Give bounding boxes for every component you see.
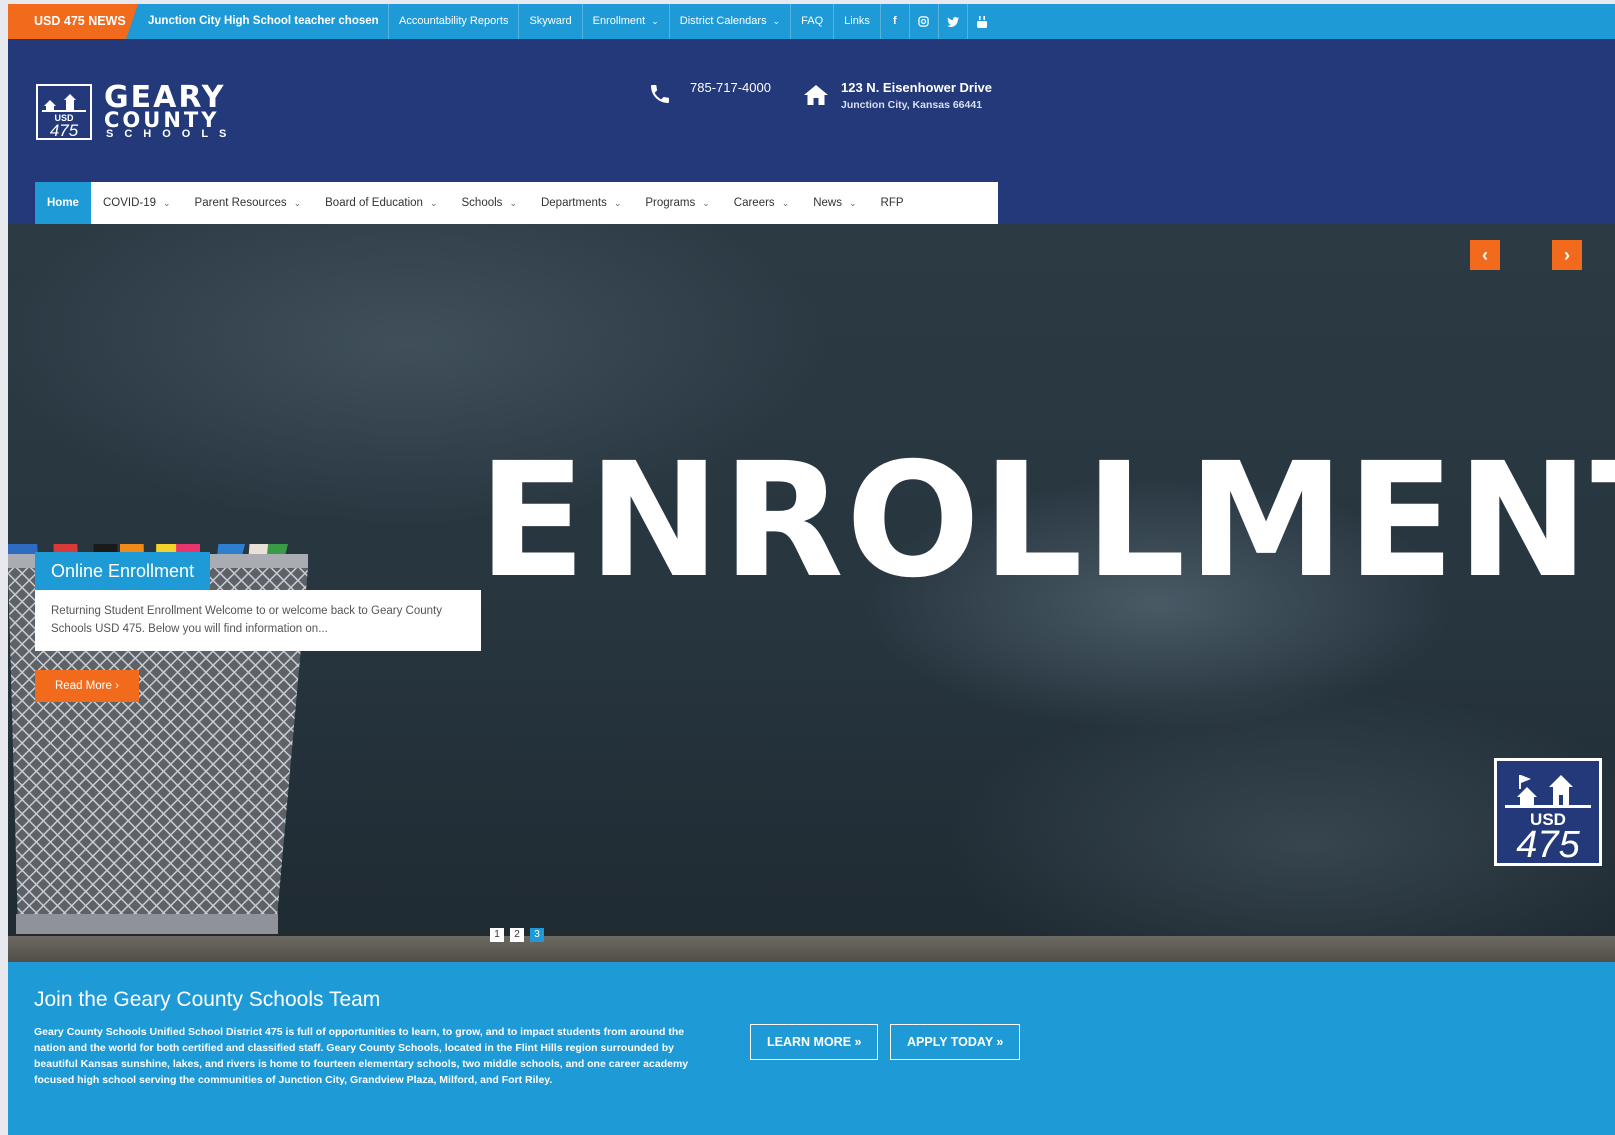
corner-logo-number: 475	[1516, 824, 1580, 863]
nav-item-label: News	[813, 197, 842, 209]
nav-item-label: RFP	[880, 197, 904, 209]
nav-item-schools[interactable]: Schools ⌄	[450, 182, 529, 224]
slider-next-button[interactable]: ›	[1552, 240, 1582, 270]
site-logo[interactable]: USD 475 GEARY COUNTY SCHOOLS	[36, 80, 256, 146]
top-link-accountability-reports[interactable]: Accountability Reports	[388, 4, 518, 39]
nav-item-board-of-education[interactable]: Board of Education ⌄	[313, 182, 449, 224]
hero-headline: ENROLLMENT	[478, 429, 1615, 613]
join-team-section: Join the Geary County Schools Team Geary…	[8, 962, 1615, 1135]
join-team-title: Join the Geary County Schools Team	[34, 988, 381, 1011]
chevron-down-icon: ⌄	[849, 198, 857, 208]
nav-item-departments[interactable]: Departments ⌄	[529, 182, 633, 224]
nav-item-label: Schools	[461, 197, 503, 209]
phone-number[interactable]: 785-717-4000	[690, 80, 771, 95]
chevron-down-icon: ⌄	[509, 198, 517, 208]
twitter-icon[interactable]	[937, 4, 967, 39]
top-link-label: Skyward	[529, 15, 572, 27]
slider-dot-1[interactable]: 1	[490, 928, 504, 942]
nav-item-label: COVID-19	[102, 197, 156, 209]
nav-item-label: Careers	[733, 197, 775, 209]
address-line-2: Junction City, Kansas 66441	[841, 99, 983, 111]
chalkboard-ledge	[8, 936, 1615, 962]
chevron-down-icon: ⌄	[781, 198, 790, 208]
nav-item-label: Parent Resources	[194, 197, 287, 209]
facebook-icon[interactable]: f	[879, 4, 909, 39]
logo-text-schools: SCHOOLS	[106, 128, 238, 140]
youtube-icon[interactable]	[966, 4, 996, 39]
learn-more-button[interactable]: LEARN MORE »	[750, 1024, 879, 1060]
hero-slider: ENROLLMENT ‹ › Online Enrollment Returni…	[8, 224, 1615, 962]
site: USD 475 NEWS Junction City High School t…	[8, 4, 1615, 1135]
slider-dot-2[interactable]: 2	[510, 928, 524, 942]
chevron-down-icon: ⌄	[702, 198, 710, 208]
chevron-left-icon: ‹	[1482, 245, 1488, 265]
join-team-text: Geary County Schools Unified School Dist…	[34, 1026, 689, 1086]
nav-item-home[interactable]: Home	[35, 182, 91, 224]
top-link-district-calendars[interactable]: District Calendars ⌄	[668, 4, 790, 39]
news-tag: USD 475 NEWS	[8, 4, 138, 39]
slider-prev-button[interactable]: ‹	[1470, 240, 1500, 270]
top-link-label: Accountability Reports	[399, 15, 509, 27]
chevron-right-icon: ›	[1564, 245, 1570, 265]
phone-icon	[648, 82, 672, 109]
slide-caption-text: Returning Student Enrollment Welcome to …	[35, 590, 481, 651]
chevron-down-icon: ⌄	[772, 16, 781, 26]
nav-item-label: Board of Education	[325, 197, 423, 209]
nav-item-news[interactable]: News ⌄	[801, 182, 868, 224]
top-link-skyward[interactable]: Skyward	[518, 4, 581, 39]
nav-item-covid-19[interactable]: COVID-19 ⌄	[91, 182, 183, 224]
logo-badge-number: 475	[50, 121, 79, 138]
slide-caption-title: Online Enrollment	[35, 552, 211, 590]
nav-item-label: Programs	[645, 197, 696, 209]
chevron-down-icon: ⌄	[293, 198, 302, 208]
usd-475-logo-badge: USD 475	[36, 84, 92, 140]
top-link-label: FAQ	[801, 15, 824, 27]
apply-today-button[interactable]: APPLY TODAY »	[890, 1024, 1021, 1060]
top-link-label: District Calendars	[679, 15, 767, 27]
home-icon	[803, 84, 829, 111]
main-nav: Home COVID-19 ⌄ Parent Resources ⌄ Board o…	[35, 182, 998, 224]
address-line-1: 123 N. Eisenhower Drive	[841, 80, 993, 95]
top-bar: USD 475 NEWS Junction City High School t…	[8, 4, 1615, 39]
chevron-down-icon: ⌄	[651, 16, 659, 26]
nav-item-label: Home	[47, 197, 79, 209]
instagram-icon[interactable]	[908, 4, 938, 39]
top-links: Accountability Reports Skyward Enrollmen…	[388, 4, 996, 39]
top-link-links[interactable]: Links	[833, 4, 880, 39]
top-link-label: Enrollment	[592, 15, 646, 27]
top-link-faq[interactable]: FAQ	[790, 4, 833, 39]
usd-475-corner-logo: USD 475	[1494, 758, 1602, 866]
slider-pagination: 1 2 3	[490, 928, 544, 942]
top-link-label: Links	[844, 15, 870, 27]
nav-item-rfp[interactable]: RFP	[869, 182, 916, 224]
chevron-down-icon: ⌄	[163, 198, 171, 208]
chevron-down-icon: ⌄	[613, 198, 622, 208]
nav-item-careers[interactable]: Careers ⌄	[722, 182, 801, 224]
nav-item-programs[interactable]: Programs ⌄	[633, 182, 721, 224]
slider-dot-3[interactable]: 3	[530, 928, 544, 942]
top-link-enrollment[interactable]: Enrollment ⌄	[581, 4, 669, 39]
nav-item-label: Departments	[540, 197, 607, 209]
read-more-button[interactable]: Read More ›	[35, 670, 139, 702]
chevron-down-icon: ⌄	[429, 198, 438, 208]
news-headline-link[interactable]: Junction City High School teacher chosen	[148, 4, 379, 39]
nav-item-parent-resources[interactable]: Parent Resources ⌄	[183, 182, 314, 224]
